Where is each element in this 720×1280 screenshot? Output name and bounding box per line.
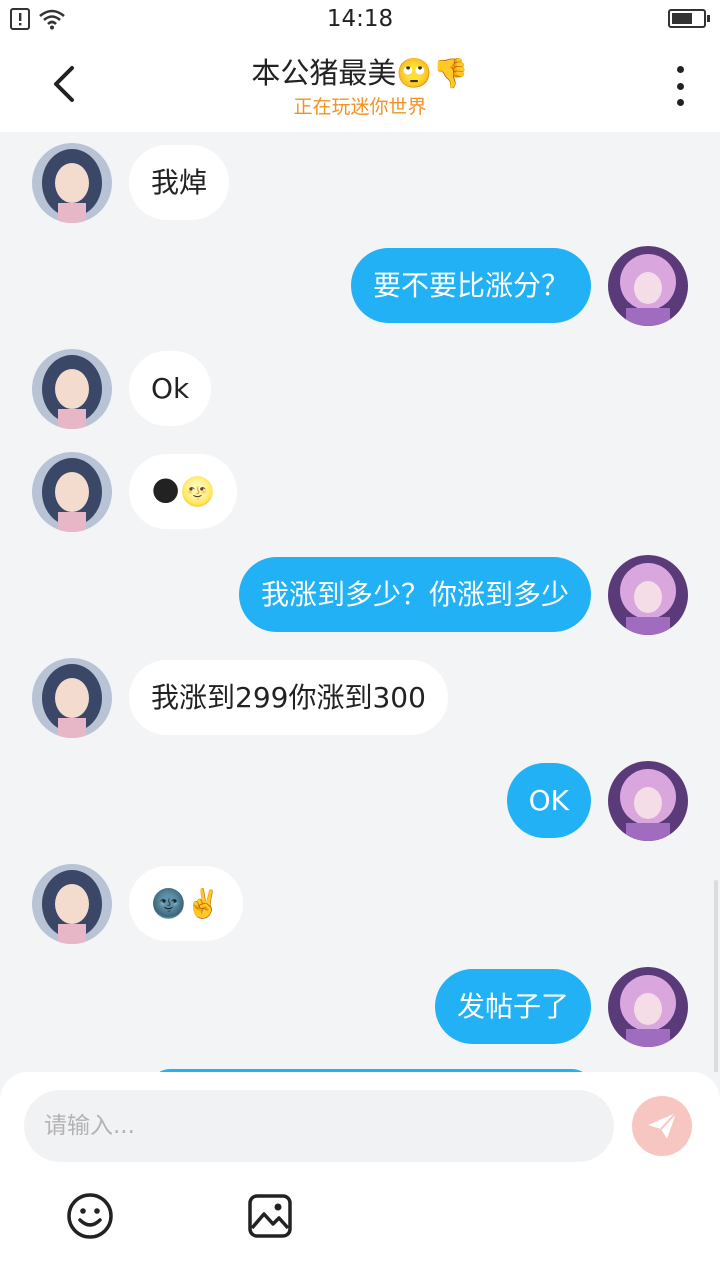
composer	[0, 1072, 720, 1280]
contact-avatar[interactable]	[32, 658, 112, 738]
emoji-icon	[67, 1193, 113, 1239]
contact-avatar[interactable]	[32, 864, 112, 944]
chat-header: 本公猪最美🙄👎 正在玩迷你世界	[0, 40, 720, 132]
emoji-button[interactable]	[66, 1192, 114, 1240]
image-icon	[248, 1194, 292, 1238]
user-avatar[interactable]	[608, 246, 688, 326]
scrollbar[interactable]	[714, 880, 718, 1072]
contact-avatar[interactable]	[32, 143, 112, 223]
message-bubble-incoming[interactable]: 我涨到299你涨到300	[129, 660, 448, 735]
status-bar: 14:18	[0, 0, 720, 40]
message-row: OK	[0, 761, 720, 841]
more-icon	[676, 66, 684, 73]
message-bubble-outgoing[interactable]: 发帖子了	[434, 969, 591, 1044]
send-button[interactable]	[632, 1096, 692, 1156]
contact-avatar[interactable]	[32, 452, 112, 532]
message-row: 我焯	[0, 143, 720, 223]
message-list[interactable]: 我焯 要不要比涨分？ Ok 🌑🌝 我涨到多少？你涨到多少 我涨到299你涨到30…	[0, 132, 720, 1072]
message-input[interactable]	[24, 1090, 614, 1162]
contact-avatar[interactable]	[32, 349, 112, 429]
battery-icon	[668, 9, 710, 28]
contact-status: 正在玩迷你世界	[293, 96, 427, 118]
message-bubble-incoming[interactable]: 🌑🌝	[129, 454, 238, 529]
thumbs-down-emoji: 👎	[432, 56, 469, 90]
message-bubble-incoming[interactable]: 我焯	[129, 145, 230, 220]
contact-name: 本公猪最美🙄👎	[251, 56, 469, 90]
image-button[interactable]	[246, 1192, 294, 1240]
message-row: 🌑🌝	[0, 452, 720, 532]
message-bubble-outgoing[interactable]: 要不要比涨分？	[350, 248, 591, 323]
user-avatar[interactable]	[608, 555, 688, 635]
more-button[interactable]	[670, 66, 690, 106]
message-row: Ok	[0, 349, 720, 429]
send-icon	[648, 1112, 677, 1139]
message-row: 🌚✌️	[0, 864, 720, 944]
status-time: 14:18	[326, 6, 394, 32]
message-row: 要不要比涨分？	[0, 246, 720, 326]
message-bubble-outgoing[interactable]: 我涨到多少？你涨到多少	[238, 557, 591, 632]
message-row: 我涨到299你涨到300	[0, 658, 720, 738]
message-bubble-outgoing[interactable]: OK	[506, 763, 591, 838]
message-bubble-incoming[interactable]: Ok	[129, 351, 212, 426]
message-bubble-incoming[interactable]: 🌚✌️	[129, 866, 243, 941]
message-row: 我涨到多少？你涨到多少	[0, 555, 720, 635]
user-avatar[interactable]	[608, 761, 688, 841]
eye-roll-emoji: 🙄	[396, 56, 433, 90]
user-avatar[interactable]	[608, 967, 688, 1047]
message-row: 发帖子了	[0, 967, 720, 1047]
